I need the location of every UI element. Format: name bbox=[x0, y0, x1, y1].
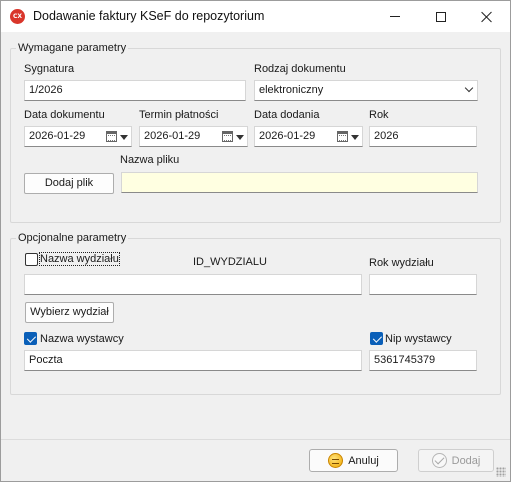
checkmark-icon bbox=[431, 453, 447, 468]
required-params-title: Wymagane parametry bbox=[16, 42, 129, 54]
year-input[interactable]: 2026 bbox=[369, 126, 477, 147]
chevron-down-icon bbox=[464, 83, 474, 93]
issuer-nip-input[interactable]: 5361745379 bbox=[369, 350, 477, 371]
added-date-label: Data dodania bbox=[254, 109, 320, 121]
doc-type-label: Rodzaj dokumentu bbox=[254, 63, 346, 75]
dept-year-label: Rok wydziału bbox=[369, 257, 434, 269]
title-bar[interactable]: CX Dodawanie faktury KSeF do repozytoriu… bbox=[1, 1, 510, 32]
dropdown-arrow-icon[interactable] bbox=[351, 135, 359, 140]
footer-separator bbox=[1, 439, 510, 440]
issuer-name-label: Nazwa wystawcy bbox=[40, 333, 124, 345]
app-icon: CX bbox=[10, 9, 25, 24]
close-icon bbox=[481, 11, 493, 23]
calendar-icon[interactable] bbox=[337, 131, 348, 142]
choose-dept-button[interactable]: Wybierz wydział bbox=[25, 302, 114, 323]
cancel-button[interactable]: Anuluj bbox=[309, 449, 398, 472]
maximize-button[interactable] bbox=[418, 1, 464, 32]
added-date-picker[interactable]: 2026-01-29 bbox=[254, 126, 363, 147]
add-button-label: Dodaj bbox=[451, 454, 481, 467]
close-button[interactable] bbox=[464, 1, 510, 32]
dropdown-arrow-icon[interactable] bbox=[120, 135, 128, 140]
due-date-value: 2026-01-29 bbox=[144, 130, 201, 142]
signature-label: Sygnatura bbox=[24, 63, 75, 75]
add-button[interactable]: Dodaj bbox=[418, 449, 494, 472]
dept-name-label[interactable]: Nazwa wydziału bbox=[39, 252, 120, 266]
doc-type-select[interactable]: elektroniczny bbox=[254, 80, 478, 101]
minimize-button[interactable] bbox=[372, 1, 418, 32]
doc-type-value: elektroniczny bbox=[259, 84, 324, 96]
cancel-button-label: Anuluj bbox=[348, 454, 379, 467]
dept-year-input[interactable] bbox=[369, 274, 477, 295]
optional-params-title: Opcjonalne parametry bbox=[16, 232, 129, 244]
calendar-icon[interactable] bbox=[106, 131, 117, 142]
issuer-nip-checkbox[interactable] bbox=[370, 332, 383, 345]
dialog-window: CX Dodawanie faktury KSeF do repozytoriu… bbox=[0, 0, 511, 482]
resize-grip-icon[interactable] bbox=[496, 467, 506, 477]
issuer-name-checkbox[interactable] bbox=[24, 332, 37, 345]
year-label: Rok bbox=[369, 109, 389, 121]
signature-input[interactable]: 1/2026 bbox=[24, 80, 246, 101]
filename-input[interactable] bbox=[121, 172, 478, 193]
dept-name-checkbox[interactable] bbox=[25, 253, 38, 266]
cancel-icon bbox=[328, 453, 344, 468]
due-date-label: Termin płatności bbox=[139, 109, 219, 121]
added-date-value: 2026-01-29 bbox=[259, 130, 316, 142]
dept-name-input[interactable] bbox=[24, 274, 362, 295]
window-title: Dodawanie faktury KSeF do repozytorium bbox=[33, 9, 265, 23]
maximize-icon bbox=[436, 11, 446, 22]
issuer-nip-label: Nip wystawcy bbox=[385, 333, 452, 345]
doc-date-picker[interactable]: 2026-01-29 bbox=[24, 126, 132, 147]
doc-date-value: 2026-01-29 bbox=[29, 130, 86, 142]
add-file-button[interactable]: Dodaj plik bbox=[24, 173, 114, 194]
due-date-picker[interactable]: 2026-01-29 bbox=[139, 126, 248, 147]
calendar-icon[interactable] bbox=[222, 131, 233, 142]
minimize-icon bbox=[390, 16, 400, 17]
dept-id-label: ID_WYDZIALU bbox=[193, 256, 267, 268]
filename-label: Nazwa pliku bbox=[120, 154, 180, 166]
dropdown-arrow-icon[interactable] bbox=[236, 135, 244, 140]
doc-date-label: Data dokumentu bbox=[24, 109, 105, 121]
issuer-name-input[interactable]: Poczta bbox=[24, 350, 362, 371]
